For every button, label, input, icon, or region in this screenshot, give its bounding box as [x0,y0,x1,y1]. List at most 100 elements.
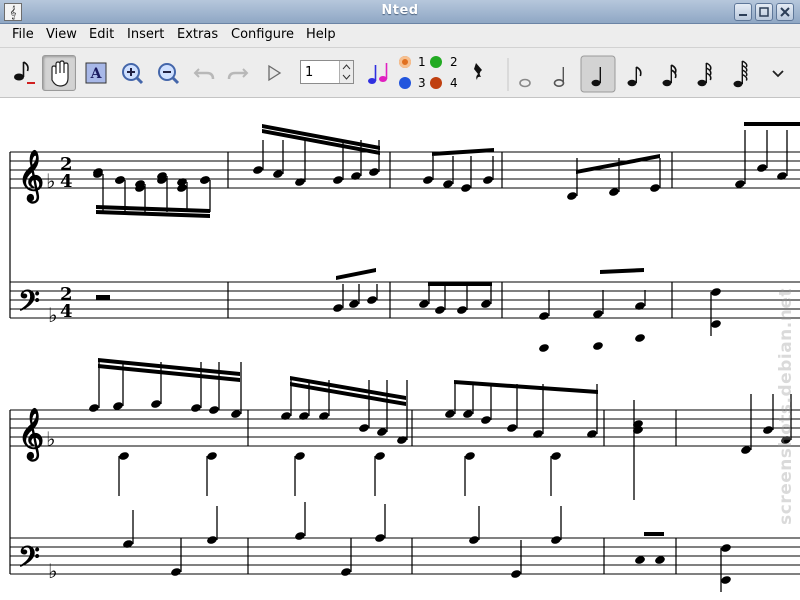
menu-edit[interactable]: Edit [89,27,114,42]
voice-2-label: 2 [450,55,458,69]
notehead [200,176,210,184]
voice-1-radio[interactable] [399,56,411,68]
voice-3-radio[interactable] [399,77,411,89]
title-bar[interactable]: 𝄞 Nted [0,0,800,24]
flat-sign: ♭ [46,427,55,451]
thirty-second-note-button[interactable] [690,56,720,92]
whole-rest [96,295,110,300]
undo-button[interactable] [187,55,221,91]
notehead [281,412,291,420]
voice-2-radio[interactable] [430,56,442,68]
quarter-note-button[interactable] [580,55,616,93]
notehead [469,536,479,544]
notehead [333,176,343,184]
zoom-in-icon [122,63,144,85]
play-icon [268,64,282,82]
half-note-button[interactable] [544,56,574,92]
minimize-button[interactable] [734,3,752,21]
beam [262,124,380,150]
beam [576,154,660,174]
notehead [375,452,385,460]
bass-clef: 𝄢 [18,541,40,581]
notehead [587,430,597,438]
notehead [295,178,305,186]
text-tool-button[interactable]: A [79,55,113,91]
spinner-arrows[interactable] [339,61,353,83]
score-drawing: 𝄞𝄢2424♭♭𝄞𝄢♭♭ [9,122,800,592]
colored-notes-icon [368,63,388,84]
treble-clef: 𝄞 [18,150,44,204]
notehead [375,534,385,542]
menu-insert[interactable]: Insert [127,27,164,42]
whole-note-button[interactable] [512,56,542,92]
notehead [295,452,305,460]
notehead [89,404,99,412]
notehead [507,424,517,432]
zoom-out-icon [158,63,180,85]
notehead [457,306,467,314]
insert-note-button[interactable] [5,55,39,91]
more-tools-button[interactable] [764,56,792,92]
text-icon: A [85,62,107,84]
play-button[interactable] [257,55,291,91]
redo-icon [227,68,249,80]
beam [454,380,598,394]
staff-spinner-input[interactable] [303,63,343,81]
eighth-note-button[interactable] [620,56,650,92]
time-sig-bottom: 4 [60,301,73,322]
maximize-button[interactable] [755,3,773,21]
menu-file[interactable]: File [12,27,34,42]
treble-clef: 𝄞 [18,408,44,462]
notehead [367,296,377,304]
close-button[interactable] [776,3,794,21]
notehead [481,416,491,424]
undo-icon [193,68,215,80]
staff-spinner[interactable] [300,60,354,84]
beam [432,148,494,156]
window-title: Nted [381,3,419,18]
notehead [207,536,217,544]
menu-configure[interactable]: Configure [231,27,294,42]
notehead [397,436,407,444]
voice-color-indicator[interactable] [365,55,393,89]
flat-sign: ♭ [48,559,57,583]
notehead [171,568,181,576]
menu-bar: File View Edit Insert Extras Configure H… [0,24,800,48]
zoom-out-button[interactable] [151,55,185,91]
hand-tool-button[interactable] [42,55,76,91]
notehead [435,306,445,314]
notehead [465,452,475,460]
notehead [711,320,721,328]
menu-view[interactable]: View [46,27,77,42]
watermark: screenshots.debian.net [776,288,796,525]
notehead [635,302,645,310]
sixteenth-note-button[interactable] [654,56,684,92]
score-canvas[interactable]: 𝄞 𝄢 2 4 2 4 ♭ ♭ 𝄞 𝄢 ♭ ♭ screenshots.debian.net [0,98,800,600]
notehead [359,424,369,432]
rest-button[interactable] [467,55,491,91]
note-length-group [504,53,794,95]
quarter-rest-icon [474,63,482,80]
flat-sign: ♭ [48,303,57,327]
notehead [191,404,201,412]
zoom-in-button[interactable] [115,55,149,91]
hand-icon [51,60,69,87]
notehead [119,452,129,460]
notehead [757,164,767,172]
notehead [593,342,603,350]
notehead [551,452,561,460]
redo-button[interactable] [221,55,255,91]
menu-extras[interactable]: Extras [177,27,218,42]
close-icon [780,7,790,17]
maximize-icon [759,7,769,17]
sixty-fourth-note-button[interactable] [726,56,756,92]
notehead [351,172,361,180]
notehead [777,172,787,180]
notehead [123,540,133,548]
beam [744,122,800,126]
spinner-arrows-icon [342,64,351,80]
notehead [721,576,731,584]
menu-help[interactable]: Help [306,27,336,42]
notehead [295,532,305,540]
voice-4-radio[interactable] [430,77,442,89]
